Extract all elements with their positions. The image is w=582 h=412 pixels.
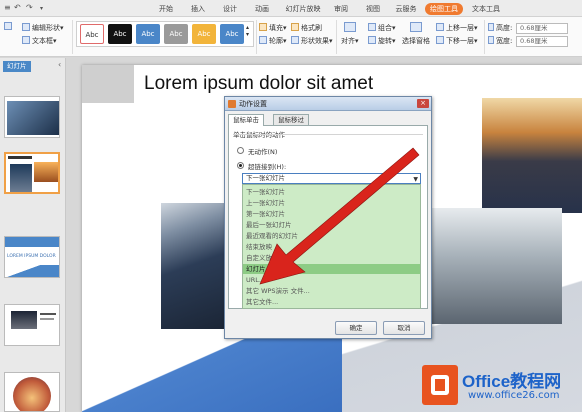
office-logo-mark bbox=[431, 375, 449, 395]
red-pointer-arrow bbox=[259, 147, 420, 285]
watermark-url: www.office26.com bbox=[468, 390, 560, 401]
watermark-title: Office教程网 bbox=[462, 372, 562, 391]
tab-mouse-click[interactable]: 鼠标单击 bbox=[228, 114, 264, 126]
office-logo-icon bbox=[422, 365, 458, 405]
watermark: Office教程网 www.office26.com bbox=[420, 361, 580, 409]
